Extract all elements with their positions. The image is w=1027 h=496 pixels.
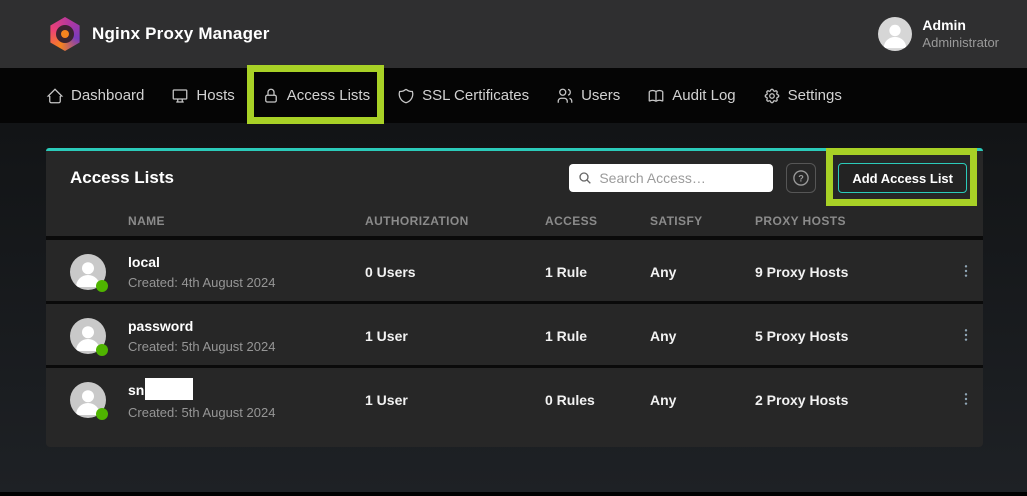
help-button[interactable]: ? — [786, 163, 816, 193]
authorization-value: 1 User — [365, 392, 545, 408]
satisfy-value: Any — [650, 328, 755, 344]
shield-icon — [397, 87, 415, 105]
book-icon — [647, 87, 665, 105]
nginx-proxy-manager-logo-icon — [48, 17, 82, 51]
kebab-menu-icon — [958, 390, 974, 408]
users-icon — [556, 87, 574, 105]
app-title: Nginx Proxy Manager — [92, 0, 270, 68]
home-icon — [46, 87, 64, 105]
page-title: Access Lists — [70, 168, 174, 188]
proxy-hosts-value: 5 Proxy Hosts — [755, 328, 948, 344]
created-date: Created: 4th August 2024 — [128, 275, 365, 291]
status-online-dot — [96, 408, 108, 420]
nav-item-settings[interactable]: Settings — [761, 68, 844, 123]
access-list-name: password — [128, 318, 365, 335]
nav-label: Audit Log — [672, 87, 735, 104]
nav-label: Users — [581, 87, 620, 104]
search-input[interactable] — [599, 164, 767, 192]
person-icon — [878, 17, 912, 51]
app-window: Nginx Proxy Manager Admin Administrator … — [0, 0, 1027, 496]
column-header-proxy-hosts: PROXY HOSTS — [755, 214, 948, 228]
page-body: Access Lists ? Add Access Lis — [0, 123, 1027, 492]
table-row[interactable]: sn Created: 5th August 2024 1 User 0 Rul… — [46, 368, 983, 432]
nav-label: Hosts — [196, 87, 234, 104]
table-row[interactable]: password Created: 5th August 2024 1 User… — [46, 304, 983, 368]
column-header-authorization: AUTHORIZATION — [365, 214, 545, 228]
user-role: Administrator — [922, 35, 999, 51]
user-avatar[interactable] — [878, 17, 912, 51]
nav-item-access-lists[interactable]: Access Lists — [260, 68, 372, 123]
search-icon — [577, 170, 593, 186]
created-date: Created: 5th August 2024 — [128, 405, 365, 421]
satisfy-value: Any — [650, 392, 755, 408]
nav-label: SSL Certificates — [422, 87, 529, 104]
table-row[interactable]: local Created: 4th August 2024 0 Users 1… — [46, 240, 983, 304]
access-lists-card: Access Lists ? Add Access Lis — [46, 148, 983, 447]
redaction-box — [145, 378, 193, 400]
satisfy-value: Any — [650, 264, 755, 280]
help-icon: ? — [791, 168, 811, 188]
status-online-dot — [96, 344, 108, 356]
nav-label: Settings — [788, 87, 842, 104]
row-actions-menu-button[interactable] — [950, 258, 982, 287]
search-box — [569, 164, 773, 192]
row-actions-menu-button[interactable] — [950, 386, 982, 415]
column-header-access: ACCESS — [545, 214, 650, 228]
table-header-row: NAME AUTHORIZATION ACCESS SATISFY PROXY … — [46, 205, 983, 240]
app-header: Nginx Proxy Manager Admin Administrator — [0, 0, 1027, 68]
monitor-icon — [171, 87, 189, 105]
status-online-dot — [96, 280, 108, 292]
bottom-edge — [0, 492, 1027, 496]
authorization-value: 0 Users — [365, 264, 545, 280]
logo-core-dot — [61, 30, 69, 38]
proxy-hosts-value: 2 Proxy Hosts — [755, 392, 948, 408]
access-value: 1 Rule — [545, 264, 650, 280]
access-list-name: local — [128, 254, 365, 271]
nav-item-ssl-certificates[interactable]: SSL Certificates — [395, 68, 531, 123]
user-name: Admin — [922, 17, 999, 35]
kebab-menu-icon — [958, 262, 974, 280]
nav-label: Dashboard — [71, 87, 144, 104]
row-actions-menu-button[interactable] — [950, 322, 982, 351]
access-list-name: sn — [128, 382, 144, 399]
kebab-menu-icon — [958, 326, 974, 344]
nav-label: Access Lists — [287, 87, 370, 104]
gear-icon — [763, 87, 781, 105]
column-header-satisfy: SATISFY — [650, 214, 755, 228]
card-header: Access Lists ? Add Access Lis — [46, 151, 983, 205]
authorization-value: 1 User — [365, 328, 545, 344]
svg-text:?: ? — [799, 173, 805, 183]
nav-item-dashboard[interactable]: Dashboard — [44, 68, 146, 123]
column-header-name: NAME — [128, 214, 365, 228]
user-menu[interactable]: Admin Administrator — [878, 0, 999, 68]
access-value: 0 Rules — [545, 392, 650, 408]
created-date: Created: 5th August 2024 — [128, 339, 365, 355]
access-value: 1 Rule — [545, 328, 650, 344]
nav-item-hosts[interactable]: Hosts — [169, 68, 236, 123]
add-access-list-button[interactable]: Add Access List — [838, 163, 967, 193]
lock-icon — [262, 87, 280, 105]
proxy-hosts-value: 9 Proxy Hosts — [755, 264, 948, 280]
nav-item-users[interactable]: Users — [554, 68, 622, 123]
nav-item-audit-log[interactable]: Audit Log — [645, 68, 737, 123]
main-nav: Dashboard Hosts Access Lists SSL Certifi… — [0, 68, 1027, 123]
